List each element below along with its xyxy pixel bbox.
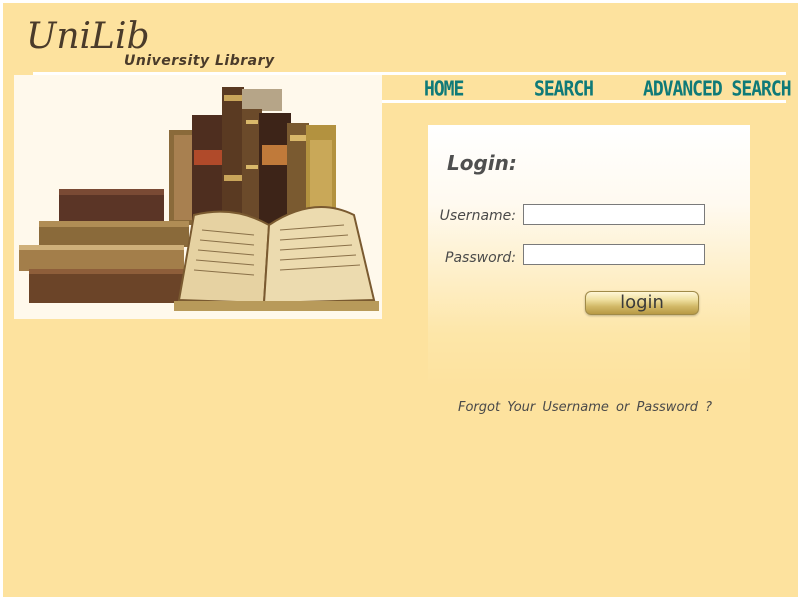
nav-search-link[interactable]: SEARCH bbox=[534, 77, 594, 101]
username-label: Username: bbox=[439, 208, 516, 224]
login-panel: Login: Username: Password: login bbox=[428, 125, 750, 387]
login-title: Login: bbox=[447, 151, 517, 175]
forgot-credentials-link[interactable]: Forgot Your Username or Password ? bbox=[458, 400, 712, 415]
password-input[interactable] bbox=[523, 244, 705, 265]
username-input[interactable] bbox=[523, 204, 705, 225]
nav-advanced-search-link[interactable]: ADVANCED SEARCH bbox=[643, 77, 792, 101]
books-illustration bbox=[14, 75, 382, 319]
site-subtitle: University Library bbox=[124, 53, 275, 69]
login-button[interactable]: login bbox=[585, 291, 699, 315]
page-background: UniLib University Library HOME SEARCH AD… bbox=[3, 3, 798, 597]
nav-home-link[interactable]: HOME bbox=[424, 77, 464, 101]
password-label: Password: bbox=[445, 250, 516, 266]
